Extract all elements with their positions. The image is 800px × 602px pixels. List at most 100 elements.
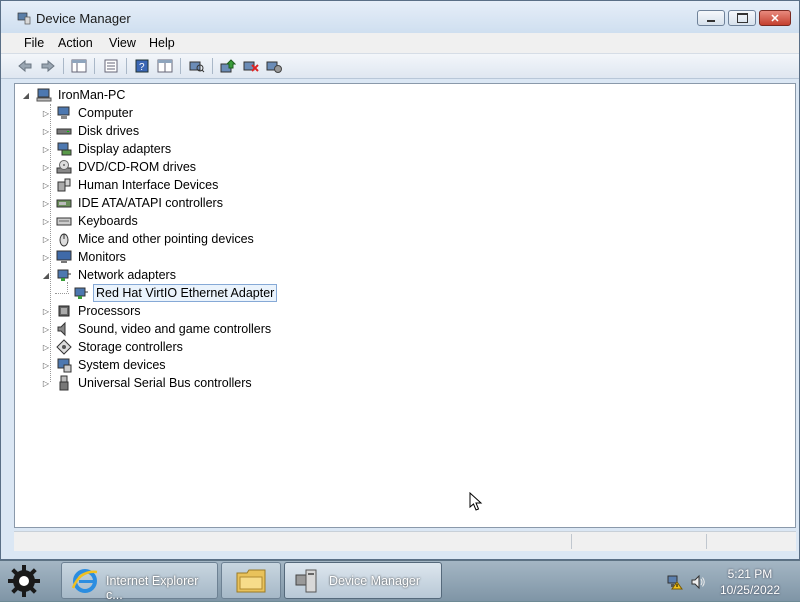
- uninstall-device-button[interactable]: [241, 57, 261, 75]
- expand-arrow-icon[interactable]: ▷: [40, 161, 52, 173]
- expand-arrow-icon[interactable]: ▷: [40, 179, 52, 191]
- maximize-icon: [736, 13, 748, 23]
- tree-category-item[interactable]: ▷ Storage controllers: [40, 338, 185, 356]
- help-icon: ?: [135, 59, 149, 73]
- properties-button[interactable]: [101, 57, 121, 75]
- tree-category-item[interactable]: ▷ Disk drives: [40, 122, 141, 140]
- update-driver-icon: [220, 59, 236, 73]
- tree-category-item[interactable]: ▷ Processors: [40, 302, 143, 320]
- minimize-button[interactable]: [697, 10, 725, 26]
- expand-arrow-icon[interactable]: ▷: [40, 359, 52, 371]
- forward-button[interactable]: [38, 57, 58, 75]
- back-button[interactable]: [15, 57, 35, 75]
- mouse-icon: [59, 233, 69, 247]
- clock-date: 10/25/2022: [719, 583, 780, 597]
- uninstall-device-icon: [243, 61, 259, 72]
- expand-arrow-icon[interactable]: ▷: [40, 305, 52, 317]
- tree-root[interactable]: ◢ IronMan-PC: [20, 86, 127, 104]
- expand-arrow-icon[interactable]: ▷: [40, 107, 52, 119]
- maximize-button[interactable]: [728, 10, 756, 26]
- tree-item-label: Network adapters: [78, 268, 176, 282]
- menu-file[interactable]: File: [20, 35, 48, 51]
- tree-item-label: Human Interface Devices: [78, 178, 219, 192]
- expand-arrow-icon[interactable]: ▷: [40, 323, 52, 335]
- start-gear-icon: [8, 565, 40, 597]
- tree-item-label: Mice and other pointing devices: [78, 232, 254, 246]
- taskbar-internet-explorer[interactable]: Internet Explorer c...: [61, 562, 218, 602]
- taskbar: Internet Explorer c... Device Manager 5:…: [0, 560, 800, 602]
- display-adapter-icon: [57, 142, 72, 156]
- taskbar-windows-explorer[interactable]: [221, 562, 281, 599]
- expand-arrow-icon[interactable]: ▷: [40, 233, 52, 245]
- tree-category-item[interactable]: ▷ Display adapters: [40, 140, 173, 158]
- expand-arrow-icon[interactable]: ▷: [40, 377, 52, 389]
- expand-arrow-icon[interactable]: ▷: [40, 251, 52, 263]
- window-title: Device Manager: [36, 11, 131, 26]
- disable-device-button[interactable]: [264, 57, 284, 75]
- sound-icon: [57, 321, 66, 337]
- expand-arrow-icon[interactable]: ▷: [40, 341, 52, 353]
- tree-item-label: Computer: [78, 106, 133, 120]
- tree-item-label: Disk drives: [78, 124, 140, 138]
- forward-icon: [41, 59, 55, 73]
- volume-tray-icon[interactable]: [690, 574, 706, 590]
- tree-item-label: Storage controllers: [78, 340, 183, 354]
- scan-hardware-icon: [189, 61, 205, 73]
- device-manager-icon: [295, 569, 317, 593]
- tree-category-item[interactable]: ▷ IDE ATA/ATAPI controllers: [40, 194, 225, 212]
- expand-arrow-icon[interactable]: ▷: [40, 143, 52, 155]
- network-adapter-icon: [74, 287, 88, 299]
- close-button[interactable]: ✕: [759, 10, 791, 26]
- tree-category-item[interactable]: ▷ Sound, video and game controllers: [40, 320, 273, 338]
- computer-icon: [57, 106, 70, 119]
- collapse-arrow-icon[interactable]: ◢: [20, 89, 32, 101]
- device-tree-pane[interactable]: ◢ IronMan-PC ▷ Computer ▷ Disk drives ▷ Displ…: [14, 83, 796, 528]
- tree-category-item[interactable]: ▷ Universal Serial Bus controllers: [40, 374, 254, 392]
- toolbar: ?: [1, 54, 799, 79]
- expand-arrow-icon[interactable]: ▷: [40, 125, 52, 137]
- device-manager-icon: [17, 12, 31, 25]
- disk-drive-icon: [56, 128, 72, 135]
- menu-bar: File Action View Help: [1, 33, 799, 54]
- update-driver-button[interactable]: [218, 57, 238, 75]
- menu-view[interactable]: View: [105, 35, 140, 51]
- tree-category-item[interactable]: ▷ DVD/CD-ROM drives: [40, 158, 198, 176]
- menu-action[interactable]: Action: [54, 35, 97, 51]
- tree-device-item[interactable]: Red Hat VirtIO Ethernet Adapter: [55, 284, 278, 302]
- show-hide-console-tree-icon: [71, 59, 87, 73]
- tree-category-item[interactable]: ▷ Computer: [40, 104, 135, 122]
- system-clock[interactable]: 5:21 PM 10/25/2022: [720, 566, 780, 598]
- collapse-arrow-icon[interactable]: ◢: [40, 269, 52, 281]
- help-button[interactable]: ?: [132, 57, 152, 75]
- tree-category-item[interactable]: ▷ Monitors: [40, 248, 128, 266]
- title-bar[interactable]: Device Manager ✕: [1, 1, 799, 33]
- network-tray-icon[interactable]: [667, 574, 683, 590]
- tree-category-item[interactable]: ▷ System devices: [40, 356, 168, 374]
- export-list-button[interactable]: [155, 57, 175, 75]
- console-tree-button[interactable]: [69, 57, 89, 75]
- dvd-drive-icon: [56, 160, 72, 174]
- expand-arrow-icon[interactable]: ▷: [40, 215, 52, 227]
- menu-help[interactable]: Help: [145, 35, 179, 51]
- tree-category-item[interactable]: ▷ Human Interface Devices: [40, 176, 220, 194]
- ide-controller-icon: [56, 199, 72, 208]
- tree-item-label: Processors: [78, 304, 141, 318]
- tree-item-label: Monitors: [78, 250, 126, 264]
- expand-arrow-icon[interactable]: ▷: [40, 197, 52, 209]
- back-icon: [18, 59, 32, 73]
- tree-category-item[interactable]: ▷ Keyboards: [40, 212, 140, 230]
- tree-category-item[interactable]: ◢ Network adapters: [40, 266, 178, 284]
- tree-item-label: Display adapters: [78, 142, 172, 156]
- taskbar-device-manager[interactable]: Device Manager: [284, 562, 442, 599]
- processor-icon: [58, 305, 70, 317]
- tree-item-label: Sound, video and game controllers: [78, 322, 272, 336]
- tree-item-label: IDE ATA/ATAPI controllers: [78, 196, 223, 210]
- status-bar: [14, 531, 796, 551]
- export-list-icon: [157, 59, 173, 73]
- tree-item-label: Keyboards: [78, 214, 138, 228]
- hid-icon: [57, 178, 71, 192]
- tree-category-item[interactable]: ▷ Mice and other pointing devices: [40, 230, 256, 248]
- scan-hardware-button[interactable]: [187, 57, 207, 75]
- start-button[interactable]: [5, 563, 43, 599]
- monitor-icon: [56, 250, 72, 263]
